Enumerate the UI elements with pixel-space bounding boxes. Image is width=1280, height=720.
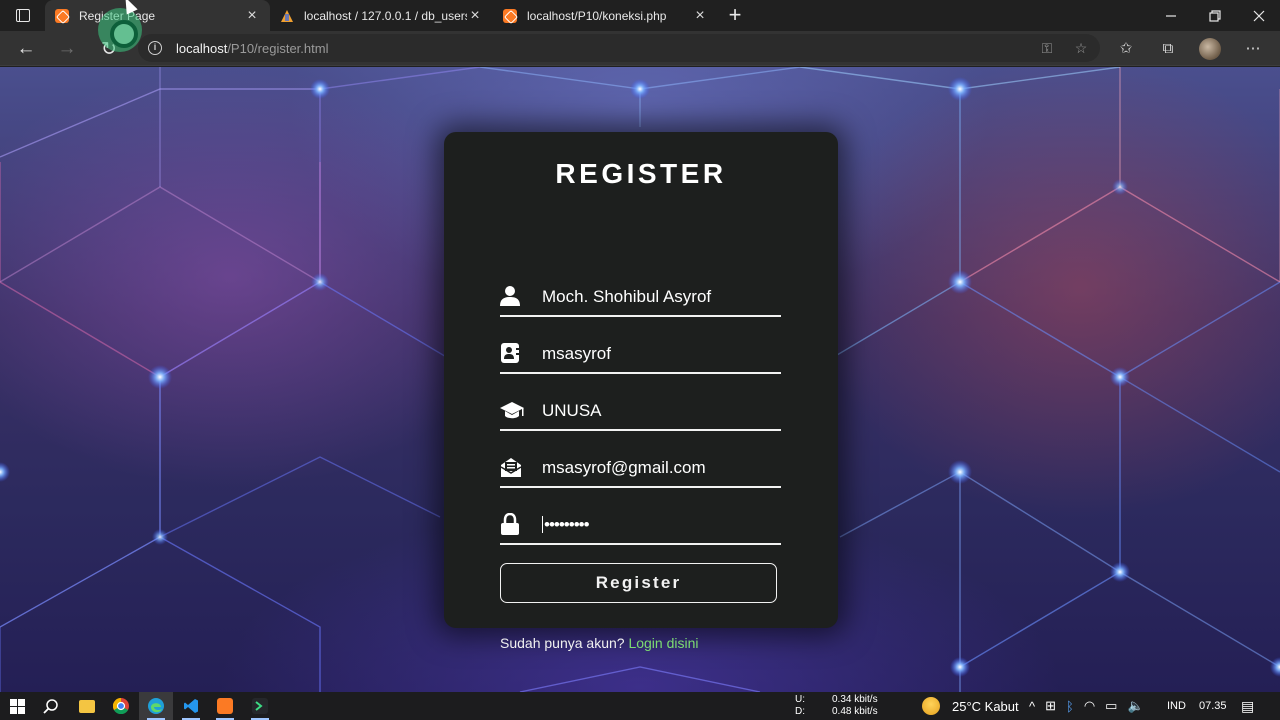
wifi-icon[interactable]: ◠ <box>1084 698 1095 714</box>
forward-button[interactable]: → <box>52 34 82 64</box>
tab-phpmyadmin[interactable]: localhost / 127.0.0.1 / db_users / × <box>270 0 493 31</box>
windows-logo-icon <box>9 698 25 714</box>
weather-text: 25°C Kabut <box>952 698 1019 714</box>
browser-tab-strip: Register Page × localhost / 127.0.0.1 / … <box>0 0 1280 31</box>
user-icon <box>500 286 520 306</box>
vscode-icon <box>184 699 198 713</box>
taskbar-chrome[interactable] <box>104 692 138 720</box>
university-field[interactable]: UNUSA <box>500 393 781 431</box>
net-speed-values: 0.34 kbit/s 0.48 kbit/s <box>832 694 878 718</box>
name-input-value: Moch. Shohibul Asyrof <box>542 287 712 306</box>
address-bar[interactable]: i localhost/P10/register.html ⚿ ☆ <box>138 34 1100 62</box>
notification-center-icon[interactable]: ▤ <box>1241 692 1254 720</box>
language-indicator[interactable]: IND <box>1167 692 1186 720</box>
site-info-icon[interactable]: i <box>148 41 162 55</box>
login-link[interactable]: Login disini <box>628 635 698 651</box>
folder-icon <box>79 699 95 713</box>
username-field[interactable]: msasyrof <box>500 336 781 374</box>
key-icon[interactable]: ⚿ <box>1038 39 1056 57</box>
chevron-up-icon[interactable]: ^ <box>1029 699 1035 714</box>
tab-register-page[interactable]: Register Page × <box>45 0 270 31</box>
click-indicator <box>98 8 142 52</box>
xampp-icon <box>503 8 517 23</box>
username-input-value: msasyrof <box>542 344 611 363</box>
upload-speed: 0.34 kbit/s <box>832 694 878 705</box>
xampp-icon <box>55 8 69 23</box>
tab-close-icon[interactable]: × <box>467 7 483 25</box>
browser-toolbar: ← → ↻ i localhost/P10/register.html ⚿ ☆ … <box>0 31 1280 66</box>
collections-icon[interactable]: ⧉ <box>1158 39 1178 59</box>
restore-button[interactable] <box>1192 0 1238 31</box>
bluetooth-icon[interactable]: ᛒ <box>1066 699 1074 714</box>
arrow-left-icon: ← <box>16 38 36 59</box>
tab-title: localhost/P10/koneksi.php <box>527 8 667 23</box>
weather-fog-icon <box>922 697 940 715</box>
url-text: localhost/P10/register.html <box>176 41 329 56</box>
minimize-button[interactable] <box>1148 0 1194 31</box>
start-button[interactable] <box>0 692 34 720</box>
tab-close-icon[interactable]: × <box>244 7 260 25</box>
volume-icon[interactable]: 🔈 <box>1127 698 1143 714</box>
restore-icon <box>1209 9 1221 22</box>
minimize-icon <box>1166 14 1176 17</box>
edge-icon <box>148 698 164 714</box>
login-prompt: Sudah punya akun? Login disini <box>500 635 699 651</box>
graduation-cap-icon <box>500 402 524 419</box>
login-prompt-text: Sudah punya akun? <box>500 635 629 651</box>
text-caret <box>542 516 543 533</box>
battery-icon[interactable]: ▭ <box>1105 698 1117 714</box>
more-options-icon[interactable]: ⋯ <box>1243 39 1263 59</box>
lock-icon <box>501 513 519 535</box>
system-tray: ^ ⊞ ᛒ ◠ ▭ 🔈 <box>1029 692 1158 720</box>
email-input-value: msasyrof@gmail.com <box>542 458 706 477</box>
page-viewport: REGISTER Moch. Shohibul Asyrof msasyrof <box>0 67 1280 692</box>
favorites-icon[interactable]: ✩ <box>1116 39 1136 59</box>
tab-title: localhost / 127.0.0.1 / db_users / <box>304 8 467 23</box>
close-window-button[interactable] <box>1236 0 1280 31</box>
password-field[interactable]: ••••••••• <box>500 507 781 545</box>
tab-actions-button[interactable] <box>0 0 45 31</box>
add-favorite-icon[interactable]: ☆ <box>1072 39 1090 57</box>
chrome-icon <box>113 698 129 714</box>
arrow-right-icon: → <box>57 38 77 59</box>
tab-close-icon[interactable]: × <box>692 7 708 25</box>
mail-envelope-icon <box>500 458 522 477</box>
xampp-icon <box>217 698 233 714</box>
page-title: REGISTER <box>555 158 727 189</box>
tab-actions-icon <box>15 9 30 22</box>
windows-taskbar: U: D: 0.34 kbit/s 0.48 kbit/s 25°C Kabut … <box>0 692 1280 720</box>
university-input-value: UNUSA <box>542 401 602 420</box>
network-status-icon[interactable]: ⊞ <box>1045 698 1056 714</box>
clock[interactable]: 07.35 <box>1199 692 1227 720</box>
name-field[interactable]: Moch. Shohibul Asyrof <box>500 279 781 317</box>
register-card: REGISTER Moch. Shohibul Asyrof msasyrof <box>444 132 838 651</box>
taskbar-terminal[interactable] <box>243 692 277 720</box>
back-button[interactable]: ← <box>11 34 41 64</box>
search-icon <box>43 699 58 714</box>
email-field[interactable]: msasyrof@gmail.com <box>500 450 781 488</box>
close-icon <box>1253 10 1265 21</box>
search-button[interactable] <box>34 692 68 720</box>
new-tab-button[interactable]: + <box>724 4 746 26</box>
weather-widget[interactable]: 25°C Kabut <box>922 692 1019 720</box>
tab-koneksi[interactable]: localhost/P10/koneksi.php × <box>493 0 718 31</box>
taskbar-vscode[interactable] <box>174 692 208 720</box>
id-card-icon <box>501 343 520 363</box>
password-input-value: ••••••••• <box>542 515 590 534</box>
net-speed-labels: U: D: <box>795 694 805 717</box>
phpmyadmin-icon <box>280 9 294 23</box>
taskbar-edge[interactable] <box>139 692 173 720</box>
register-button[interactable]: Register <box>500 563 777 603</box>
taskbar-file-explorer[interactable] <box>70 692 104 720</box>
taskbar-xampp[interactable] <box>208 692 242 720</box>
download-speed: 0.48 kbit/s <box>832 706 878 717</box>
profile-avatar[interactable] <box>1199 38 1221 60</box>
terminal-icon <box>252 698 268 714</box>
